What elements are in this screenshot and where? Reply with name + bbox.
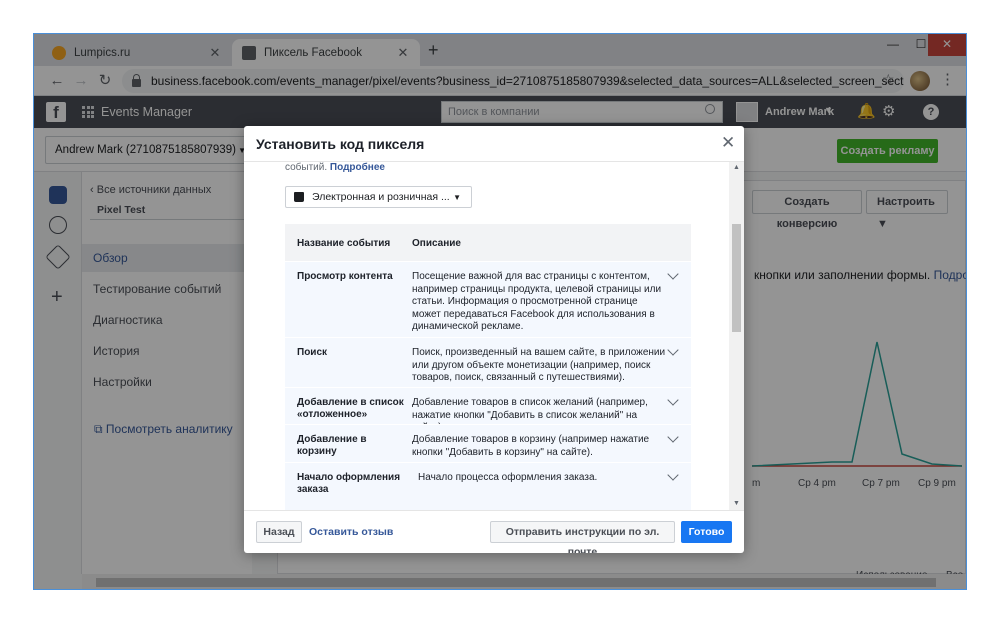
dialog-header: Установить код пикселя ✕ (244, 126, 744, 162)
event-description: Посещение важной для вас страницы с конт… (412, 271, 662, 332)
close-icon[interactable]: ✕ (721, 133, 735, 153)
learn-more-link[interactable]: Подробнее (330, 162, 385, 173)
install-pixel-dialog: Установить код пикселя ✕ событий. Подроб… (244, 126, 744, 553)
chevron-down-icon[interactable] (667, 431, 679, 443)
category-dropdown[interactable]: Электронная и розничная ... ▼ (285, 186, 472, 208)
table-row[interactable]: Просмотр контента Посещение важной для в… (285, 261, 691, 337)
scrollbar-thumb[interactable] (732, 224, 741, 332)
scroll-down-icon[interactable]: ▼ (733, 500, 740, 507)
chevron-down-icon[interactable] (667, 344, 679, 356)
table-header-row: Название события Описание (285, 223, 691, 261)
email-instructions-button[interactable]: Отправить инструкции по эл. почте (490, 521, 675, 553)
done-button[interactable]: Готово (681, 521, 732, 543)
dialog-body: событий. Подробнее Электронная и розничн… (244, 162, 744, 510)
category-value: Электронная и розничная ... (312, 191, 450, 203)
event-description: Поиск, произведенный на вашем сайте, в п… (412, 347, 666, 383)
table-row[interactable]: Добавление в список «отложенное» Добавле… (285, 387, 691, 433)
event-description: Начало процесса оформления заказа. (418, 472, 598, 483)
chevron-down-icon: ▼ (453, 193, 461, 202)
feedback-link[interactable]: Оставить отзыв (309, 526, 393, 538)
event-name: Добавление в список «отложенное» (297, 397, 404, 420)
shopping-bag-icon (294, 192, 304, 202)
browser-window: Lumpics.ru ✕ Пиксель Facebook ✕ + — ☐ ✕ … (33, 33, 967, 590)
table-row[interactable]: Добавление в корзину Добавление товаров … (285, 424, 691, 462)
chevron-down-icon[interactable] (667, 394, 679, 406)
event-name: Добавление в корзину (297, 434, 367, 457)
event-name: Начало оформления заказа (297, 472, 401, 495)
event-description: Добавление товаров в корзину (например н… (412, 434, 650, 458)
chevron-down-icon[interactable] (667, 268, 679, 280)
table-row[interactable]: Поиск Поиск, произведенный на вашем сайт… (285, 337, 691, 387)
dialog-footer: Назад Оставить отзыв Отправить инструкци… (244, 510, 744, 553)
dialog-scrollbar[interactable]: ▲ ▼ (729, 162, 744, 510)
scroll-up-icon[interactable]: ▲ (733, 164, 740, 171)
column-header: Название события (297, 238, 391, 249)
table-row[interactable]: Начало оформления заказа Начало процесса… (285, 462, 691, 510)
event-name: Просмотр контента (297, 271, 393, 282)
event-name: Поиск (297, 347, 328, 358)
back-button[interactable]: Назад (256, 521, 302, 543)
events-table: Название события Описание Просмотр конте… (285, 223, 691, 510)
intro-text: событий. Подробнее (285, 162, 385, 173)
column-header: Описание (412, 238, 461, 249)
dialog-title: Установить код пикселя (256, 136, 425, 152)
